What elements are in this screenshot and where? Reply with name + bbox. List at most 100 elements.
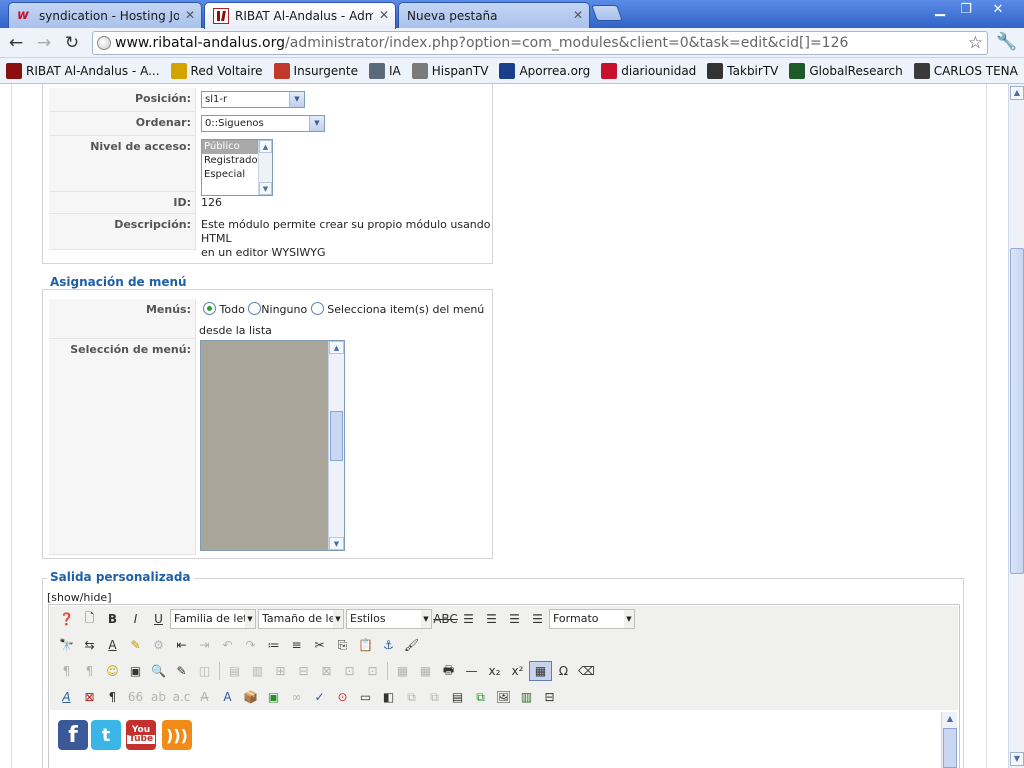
anchor-icon[interactable]: ⚓: [377, 635, 400, 655]
bookmark-star-icon[interactable]: ☆: [968, 33, 983, 53]
close-icon[interactable]: ✕: [379, 8, 389, 22]
back-icon[interactable]: ←: [5, 32, 27, 54]
font-color-icon[interactable]: A: [101, 635, 124, 655]
cite-icon[interactable]: 66: [124, 687, 147, 707]
bookmark-item[interactable]: Aporrea.org: [499, 62, 590, 79]
rtl-icon[interactable]: ¶: [78, 661, 101, 681]
paste-icon[interactable]: 📋: [354, 635, 377, 655]
arrow-down-icon[interactable]: ▼: [1010, 752, 1024, 766]
table-col-icon[interactable]: ▥: [246, 661, 269, 681]
strikethrough-icon[interactable]: ABC: [433, 609, 458, 629]
table-row-icon[interactable]: ▤: [223, 661, 246, 681]
insert-layer-icon[interactable]: ▭: [354, 687, 377, 707]
scroll-thumb[interactable]: [943, 728, 957, 768]
arrow-down-icon[interactable]: ▼: [329, 537, 344, 550]
align-right-icon[interactable]: ☰: [503, 609, 526, 629]
position-select[interactable]: sl1-r ▼: [201, 91, 305, 108]
radio-select[interactable]: [310, 302, 324, 315]
move-backward-icon[interactable]: ⧉: [423, 687, 446, 707]
numbered-list-icon[interactable]: ≔: [262, 635, 285, 655]
arrow-up-icon[interactable]: ▲: [943, 712, 957, 726]
edit-source-icon[interactable]: ✎: [170, 661, 193, 681]
arrow-up-icon[interactable]: ▲: [329, 341, 344, 354]
print-icon[interactable]: 🖶: [437, 661, 460, 681]
delete-row-icon[interactable]: ⊠: [315, 661, 338, 681]
arrow-down-icon[interactable]: ▼: [259, 182, 272, 195]
new-document-icon[interactable]: 🗋: [78, 609, 101, 629]
superscript-icon[interactable]: x²: [506, 661, 529, 681]
order-select[interactable]: 0::Siguenos ▼: [201, 115, 325, 132]
align-center-icon[interactable]: ☰: [480, 609, 503, 629]
arrow-up-icon[interactable]: ▲: [259, 140, 272, 153]
visual-chars-icon[interactable]: ¶: [101, 687, 124, 707]
find-icon[interactable]: 🔭: [55, 635, 78, 655]
radio-none[interactable]: [248, 302, 262, 315]
bookmark-item[interactable]: GlobalResearch: [789, 62, 903, 79]
indent-icon[interactable]: ⇥: [193, 635, 216, 655]
undo-icon[interactable]: ↶: [216, 635, 239, 655]
layer-icon[interactable]: ◫: [193, 661, 216, 681]
forward-icon[interactable]: →: [33, 32, 55, 54]
insert-col-icon[interactable]: ⊡: [338, 661, 361, 681]
font-size-select[interactable]: Tamaño de letr ▼: [258, 609, 344, 629]
film-icon[interactable]: ▥: [515, 687, 538, 707]
ltr-icon[interactable]: ¶: [55, 661, 78, 681]
scroll-thumb[interactable]: [330, 411, 343, 461]
scroll-thumb[interactable]: [1010, 248, 1024, 574]
spellcheck-icon[interactable]: ✓: [308, 687, 331, 707]
table-icon[interactable]: ▦: [529, 661, 552, 681]
maximize-icon[interactable]: ❐: [953, 2, 979, 18]
popup-icon[interactable]: ⧉: [469, 687, 492, 707]
absolute-icon[interactable]: ◧: [377, 687, 400, 707]
menu-selection-scrollbar[interactable]: ▲ ▼: [328, 341, 344, 550]
cell-props-icon[interactable]: ▦: [414, 661, 437, 681]
page-scrollbar[interactable]: ▲ ▼: [1008, 84, 1024, 768]
editor-scrollbar[interactable]: ▲: [941, 712, 957, 768]
styles-select[interactable]: Estilos ▼: [346, 609, 432, 629]
media-icon[interactable]: ▣: [124, 661, 147, 681]
help-icon[interactable]: ❓: [55, 609, 78, 629]
bookmark-item[interactable]: TakbirTV: [707, 62, 778, 79]
horizontal-rule-icon[interactable]: —: [460, 661, 483, 681]
tab-syndication[interactable]: w syndication - Hosting Joomla ✕: [8, 2, 202, 28]
cut-icon[interactable]: ✂: [308, 635, 331, 655]
radio-all[interactable]: [203, 302, 216, 315]
del-icon[interactable]: A: [193, 687, 216, 707]
bold-icon[interactable]: B: [101, 609, 124, 629]
subscript-icon[interactable]: x₂: [483, 661, 506, 681]
bookmark-item[interactable]: Insurgente: [273, 62, 358, 79]
flash-icon[interactable]: 🖼: [492, 687, 515, 707]
preview-icon[interactable]: 🔍: [147, 661, 170, 681]
close-icon[interactable]: ✕: [573, 8, 583, 22]
reload-icon[interactable]: ↻: [61, 32, 83, 54]
bookmark-item[interactable]: HispanTV: [411, 62, 488, 79]
merge-cells-icon[interactable]: ⊞: [269, 661, 292, 681]
image-icon[interactable]: ▣: [262, 687, 285, 707]
highlight-icon[interactable]: ✎: [124, 635, 147, 655]
link-icon[interactable]: ∞: [285, 687, 308, 707]
bookmark-item[interactable]: diariounidad: [601, 62, 696, 79]
minimize-icon[interactable]: ▁: [927, 2, 953, 18]
split-cells-icon[interactable]: ⊟: [292, 661, 315, 681]
tab-ribat[interactable]: RIBAT Al-Andalus - Administra ✕: [204, 2, 396, 29]
ins-icon[interactable]: A: [216, 687, 239, 707]
new-tab-button[interactable]: [591, 5, 623, 21]
table-props-icon[interactable]: ▦: [391, 661, 414, 681]
bookmark-item[interactable]: RIBAT Al-Andalus - A...: [6, 62, 160, 79]
access-scrollbar[interactable]: ▲ ▼: [258, 140, 272, 195]
unlink-icon[interactable]: ⚙: [147, 635, 170, 655]
tab-new[interactable]: Nueva pestaña ✕: [398, 2, 590, 28]
close-icon[interactable]: ✕: [185, 8, 195, 22]
bookmark-item[interactable]: IA: [368, 62, 401, 79]
emotions-icon[interactable]: ☺: [101, 661, 124, 681]
attribs-icon[interactable]: 📦: [239, 687, 262, 707]
cleanup-icon[interactable]: 🖌: [400, 635, 423, 655]
underline-icon[interactable]: U: [147, 609, 170, 629]
format-select[interactable]: Formato ▼: [549, 609, 635, 629]
move-forward-icon[interactable]: ⧉: [400, 687, 423, 707]
italic-icon[interactable]: I: [124, 609, 147, 629]
delete-col-icon[interactable]: ⊡: [361, 661, 384, 681]
align-justify-icon[interactable]: ☰: [526, 609, 549, 629]
bookmark-item[interactable]: CARLOS TENA: [913, 62, 1018, 79]
menu-selection-listbox[interactable]: ▲ ▼: [200, 340, 345, 551]
